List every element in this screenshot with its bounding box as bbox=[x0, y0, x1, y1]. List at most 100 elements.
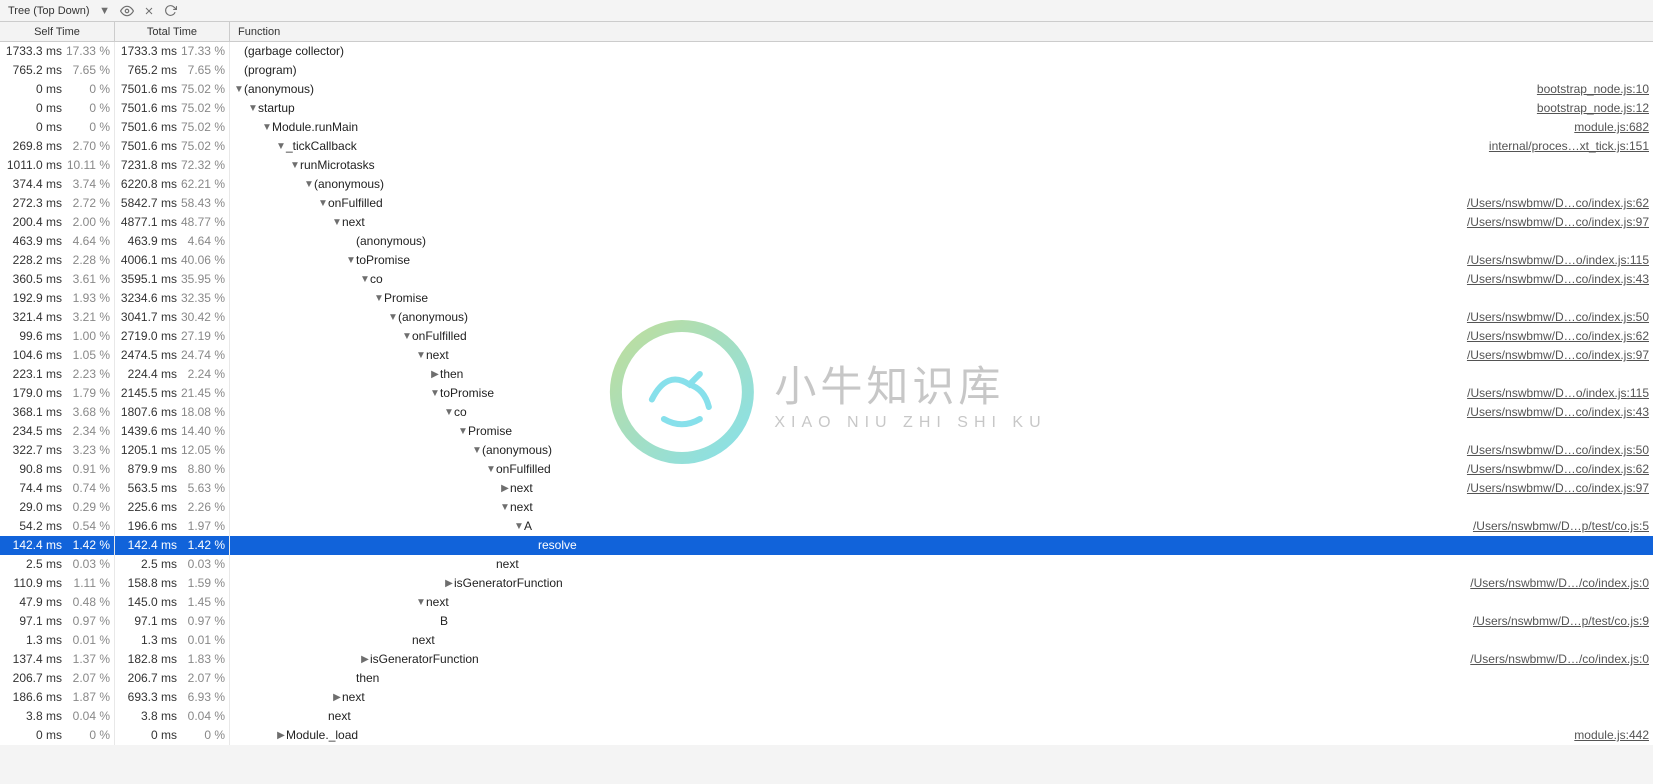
disclosure-triangle-icon[interactable]: ▼ bbox=[248, 99, 258, 118]
tree-row[interactable]: 463.9 ms4.64 %463.9 ms4.64 %(anonymous) bbox=[0, 232, 1653, 251]
disclosure-triangle-icon[interactable]: ▼ bbox=[318, 194, 328, 213]
disclosure-triangle-icon[interactable]: ▼ bbox=[360, 270, 370, 289]
tree-row[interactable]: 104.6 ms1.05 %2474.5 ms24.74 %▼next/User… bbox=[0, 346, 1653, 365]
tree-row[interactable]: 321.4 ms3.21 %3041.7 ms30.42 %▼(anonymou… bbox=[0, 308, 1653, 327]
disclosure-triangle-icon[interactable]: ▼ bbox=[332, 213, 342, 232]
tree-row[interactable]: 97.1 ms0.97 %97.1 ms0.97 %B/Users/nswbmw… bbox=[0, 612, 1653, 631]
source-link[interactable]: /Users/nswbmw/D…co/index.js:43 bbox=[1467, 270, 1649, 289]
tree-row[interactable]: 47.9 ms0.48 %145.0 ms1.45 %▼next bbox=[0, 593, 1653, 612]
tree-row[interactable]: 54.2 ms0.54 %196.6 ms1.97 %▼A/Users/nswb… bbox=[0, 517, 1653, 536]
source-link[interactable]: /Users/nswbmw/D…p/test/co.js:5 bbox=[1473, 517, 1649, 536]
tree-row[interactable]: 1733.3 ms17.33 %1733.3 ms17.33 %(garbage… bbox=[0, 42, 1653, 61]
disclosure-triangle-icon[interactable]: ▼ bbox=[290, 156, 300, 175]
source-link[interactable]: /Users/nswbmw/D…co/index.js:62 bbox=[1467, 194, 1649, 213]
refresh-icon[interactable] bbox=[164, 4, 178, 18]
tree-row[interactable]: 179.0 ms1.79 %2145.5 ms21.45 %▼toPromise… bbox=[0, 384, 1653, 403]
source-link[interactable]: /Users/nswbmw/D…/co/index.js:0 bbox=[1470, 574, 1649, 593]
tree-row[interactable]: 142.4 ms1.42 %142.4 ms1.42 %resolve bbox=[0, 536, 1653, 555]
total-pct: 48.77 % bbox=[181, 213, 225, 232]
disclosure-triangle-icon[interactable]: ▶ bbox=[360, 650, 370, 669]
source-link[interactable]: /Users/nswbmw/D…co/index.js:50 bbox=[1467, 441, 1649, 460]
disclosure-triangle-icon[interactable]: ▶ bbox=[500, 479, 510, 498]
source-link[interactable]: /Users/nswbmw/D…co/index.js:97 bbox=[1467, 213, 1649, 232]
disclosure-triangle-icon[interactable]: ▼ bbox=[472, 441, 482, 460]
source-link[interactable]: /Users/nswbmw/D…co/index.js:50 bbox=[1467, 308, 1649, 327]
tree-row[interactable]: 200.4 ms2.00 %4877.1 ms48.77 %▼next/User… bbox=[0, 213, 1653, 232]
source-link[interactable]: /Users/nswbmw/D…co/index.js:43 bbox=[1467, 403, 1649, 422]
tree-row[interactable]: 322.7 ms3.23 %1205.1 ms12.05 %▼(anonymou… bbox=[0, 441, 1653, 460]
source-link[interactable]: module.js:442 bbox=[1574, 726, 1649, 745]
col-function[interactable]: Function bbox=[230, 22, 1653, 41]
self-pct: 2.70 % bbox=[66, 137, 110, 156]
disclosure-triangle-icon[interactable]: ▶ bbox=[276, 726, 286, 745]
tree-row[interactable]: 0 ms0 %7501.6 ms75.02 %▼startupbootstrap… bbox=[0, 99, 1653, 118]
disclosure-triangle-icon[interactable]: ▼ bbox=[262, 118, 272, 137]
disclosure-triangle-icon[interactable]: ▶ bbox=[444, 574, 454, 593]
cell-total-time: 3595.1 ms35.95 % bbox=[115, 270, 230, 289]
tree-row[interactable]: 765.2 ms7.65 %765.2 ms7.65 %(program) bbox=[0, 61, 1653, 80]
tree-row[interactable]: 2.5 ms0.03 %2.5 ms0.03 %next bbox=[0, 555, 1653, 574]
tree-row[interactable]: 90.8 ms0.91 %879.9 ms8.80 %▼onFulfilled/… bbox=[0, 460, 1653, 479]
source-link[interactable]: /Users/nswbmw/D…/co/index.js:0 bbox=[1470, 650, 1649, 669]
tree-row[interactable]: 234.5 ms2.34 %1439.6 ms14.40 %▼Promise bbox=[0, 422, 1653, 441]
tree-row[interactable]: 137.4 ms1.37 %182.8 ms1.83 %▶isGenerator… bbox=[0, 650, 1653, 669]
disclosure-triangle-icon[interactable]: ▼ bbox=[416, 593, 426, 612]
tree-row[interactable]: 99.6 ms1.00 %2719.0 ms27.19 %▼onFulfille… bbox=[0, 327, 1653, 346]
close-icon[interactable] bbox=[142, 4, 156, 18]
source-link[interactable]: bootstrap_node.js:10 bbox=[1537, 80, 1649, 99]
col-total-time[interactable]: Total Time bbox=[115, 22, 230, 41]
source-link[interactable]: /Users/nswbmw/D…co/index.js:62 bbox=[1467, 327, 1649, 346]
tree-row[interactable]: 269.8 ms2.70 %7501.6 ms75.02 %▼_tickCall… bbox=[0, 137, 1653, 156]
source-link[interactable]: /Users/nswbmw/D…co/index.js:62 bbox=[1467, 460, 1649, 479]
tree-row[interactable]: 29.0 ms0.29 %225.6 ms2.26 %▼next bbox=[0, 498, 1653, 517]
source-link[interactable]: module.js:682 bbox=[1574, 118, 1649, 137]
total-pct: 4.64 % bbox=[181, 232, 225, 251]
disclosure-triangle-icon[interactable]: ▼ bbox=[346, 251, 356, 270]
tree-row[interactable]: 272.3 ms2.72 %5842.7 ms58.43 %▼onFulfill… bbox=[0, 194, 1653, 213]
disclosure-triangle-icon[interactable]: ▼ bbox=[234, 80, 244, 99]
eye-icon[interactable] bbox=[120, 4, 134, 18]
source-link[interactable]: bootstrap_node.js:12 bbox=[1537, 99, 1649, 118]
col-self-time[interactable]: Self Time bbox=[0, 22, 115, 41]
disclosure-triangle-icon[interactable]: ▶ bbox=[332, 688, 342, 707]
total-ms: 7501.6 ms bbox=[119, 118, 177, 137]
tree-row[interactable]: 0 ms0 %7501.6 ms75.02 %▼Module.runMainmo… bbox=[0, 118, 1653, 137]
disclosure-triangle-icon[interactable]: ▼ bbox=[430, 384, 440, 403]
tree-row[interactable]: 74.4 ms0.74 %563.5 ms5.63 %▶next/Users/n… bbox=[0, 479, 1653, 498]
disclosure-triangle-icon[interactable]: ▼ bbox=[304, 175, 314, 194]
tree-row[interactable]: 360.5 ms3.61 %3595.1 ms35.95 %▼co/Users/… bbox=[0, 270, 1653, 289]
disclosure-triangle-icon[interactable]: ▶ bbox=[430, 365, 440, 384]
source-link[interactable]: /Users/nswbmw/D…o/index.js:115 bbox=[1467, 251, 1649, 270]
dropdown-icon[interactable]: ▼ bbox=[98, 4, 112, 18]
disclosure-triangle-icon[interactable]: ▼ bbox=[276, 137, 286, 156]
tree-row[interactable]: 186.6 ms1.87 %693.3 ms6.93 %▶next bbox=[0, 688, 1653, 707]
tree-row[interactable]: 0 ms0 %7501.6 ms75.02 %▼(anonymous)boots… bbox=[0, 80, 1653, 99]
view-mode-label[interactable]: Tree (Top Down) bbox=[8, 5, 90, 17]
tree-row[interactable]: 228.2 ms2.28 %4006.1 ms40.06 %▼toPromise… bbox=[0, 251, 1653, 270]
self-pct: 0.91 % bbox=[66, 460, 110, 479]
tree-row[interactable]: 110.9 ms1.11 %158.8 ms1.59 %▶isGenerator… bbox=[0, 574, 1653, 593]
disclosure-triangle-icon[interactable]: ▼ bbox=[514, 517, 524, 536]
disclosure-triangle-icon[interactable]: ▼ bbox=[374, 289, 384, 308]
source-link[interactable]: /Users/nswbmw/D…co/index.js:97 bbox=[1467, 346, 1649, 365]
disclosure-triangle-icon[interactable]: ▼ bbox=[444, 403, 454, 422]
disclosure-triangle-icon[interactable]: ▼ bbox=[500, 498, 510, 517]
tree-row[interactable]: 3.8 ms0.04 %3.8 ms0.04 %next bbox=[0, 707, 1653, 726]
tree-row[interactable]: 1.3 ms0.01 %1.3 ms0.01 %next bbox=[0, 631, 1653, 650]
source-link[interactable]: /Users/nswbmw/D…o/index.js:115 bbox=[1467, 384, 1649, 403]
tree-row[interactable]: 206.7 ms2.07 %206.7 ms2.07 %then bbox=[0, 669, 1653, 688]
disclosure-triangle-icon[interactable]: ▼ bbox=[486, 460, 496, 479]
tree-row[interactable]: 374.4 ms3.74 %6220.8 ms62.21 %▼(anonymou… bbox=[0, 175, 1653, 194]
source-link[interactable]: /Users/nswbmw/D…co/index.js:97 bbox=[1467, 479, 1649, 498]
tree-row[interactable]: 192.9 ms1.93 %3234.6 ms32.35 %▼Promise bbox=[0, 289, 1653, 308]
tree-row[interactable]: 1011.0 ms10.11 %7231.8 ms72.32 %▼runMicr… bbox=[0, 156, 1653, 175]
disclosure-triangle-icon[interactable]: ▼ bbox=[416, 346, 426, 365]
tree-row[interactable]: 368.1 ms3.68 %1807.6 ms18.08 %▼co/Users/… bbox=[0, 403, 1653, 422]
tree-row[interactable]: 0 ms0 %0 ms0 %▶Module._loadmodule.js:442 bbox=[0, 726, 1653, 745]
source-link[interactable]: /Users/nswbmw/D…p/test/co.js:9 bbox=[1473, 612, 1649, 631]
disclosure-triangle-icon[interactable]: ▼ bbox=[402, 327, 412, 346]
tree-row[interactable]: 223.1 ms2.23 %224.4 ms2.24 %▶then bbox=[0, 365, 1653, 384]
disclosure-triangle-icon[interactable]: ▼ bbox=[458, 422, 468, 441]
source-link[interactable]: internal/proces…xt_tick.js:151 bbox=[1489, 137, 1649, 156]
disclosure-triangle-icon[interactable]: ▼ bbox=[388, 308, 398, 327]
